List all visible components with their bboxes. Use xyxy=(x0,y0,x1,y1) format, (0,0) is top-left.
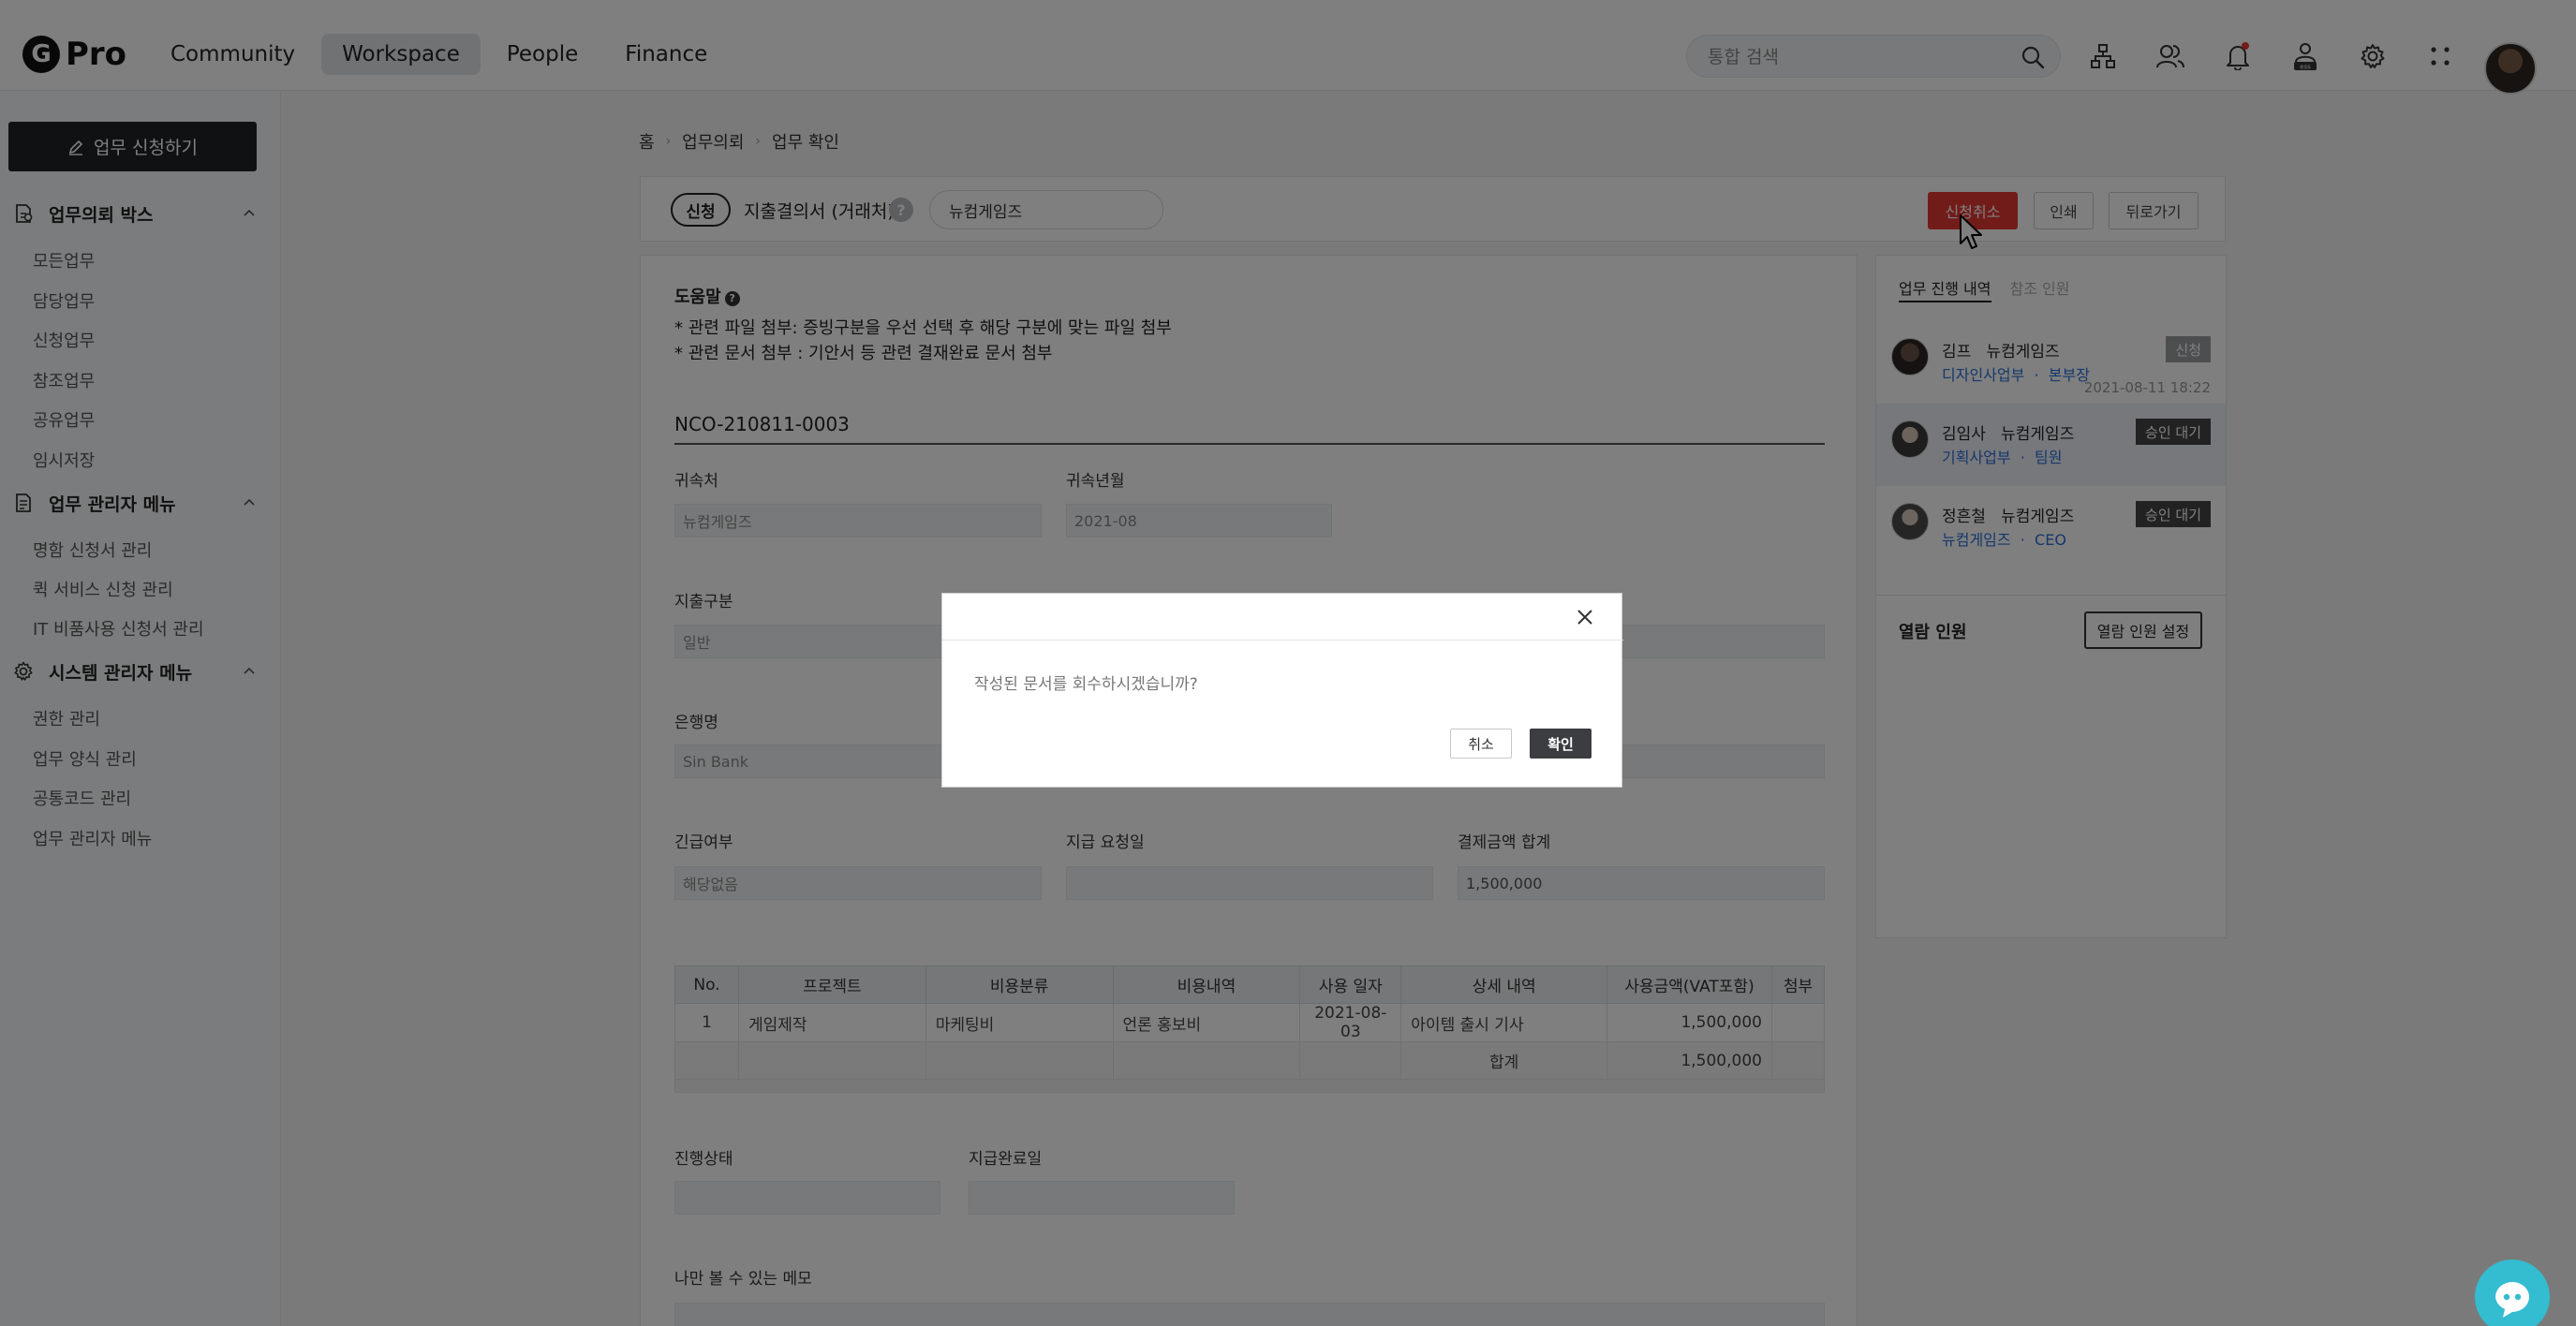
close-icon[interactable] xyxy=(1575,607,1595,627)
confirm-button[interactable]: 확인 xyxy=(1530,729,1591,759)
dialog-header xyxy=(942,594,1623,641)
chat-icon xyxy=(2495,1282,2529,1318)
cancel-button[interactable]: 취소 xyxy=(1450,729,1512,759)
dialog-message: 작성된 문서를 회수하시겠습니까? xyxy=(974,675,1198,694)
confirm-dialog: 작성된 문서를 회수하시겠습니까? 취소 확인 xyxy=(941,593,1623,788)
chat-button[interactable] xyxy=(2475,1260,2550,1326)
